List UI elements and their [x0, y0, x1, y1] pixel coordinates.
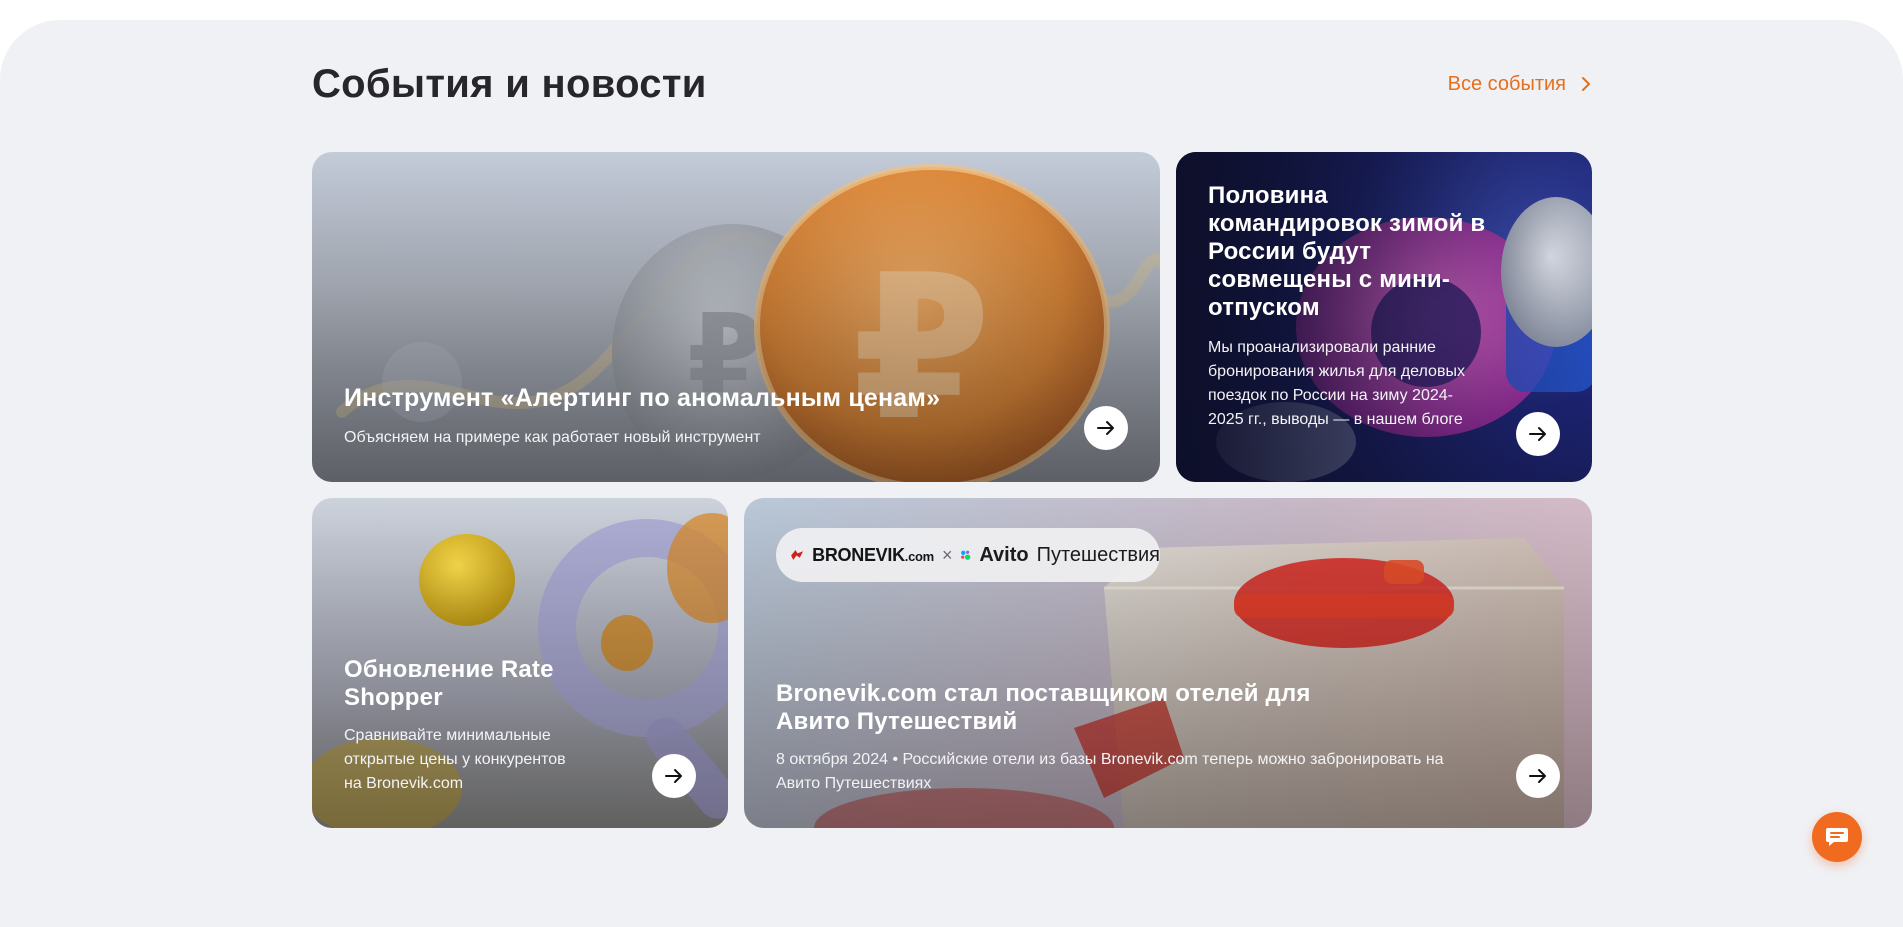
news-card-business-trips[interactable]: Половина командировок зимой в России буд…: [1176, 152, 1592, 482]
card-title: Половина командировок зимой в России буд…: [1208, 182, 1486, 321]
arrow-right-icon: [1529, 427, 1546, 441]
card-description: 8 октября 2024 • Российские отели из баз…: [776, 751, 1444, 792]
news-card-rate-shopper[interactable]: Обновление Rate Shopper Сравнивайте мини…: [312, 498, 728, 828]
bronevik-logo-text: BRONEVIK.com: [812, 544, 934, 565]
bronevik-logo-icon: [791, 550, 804, 560]
chevron-right-icon: [1582, 77, 1590, 91]
arrow-right-icon: [1529, 769, 1546, 783]
avito-travel-text: Путешествия: [1036, 543, 1160, 566]
avito-logo-text: Avito: [979, 543, 1029, 566]
card-description: Сравнивайте минимальные открытые цены у …: [344, 727, 566, 792]
card-description: Мы проанализировали ранние бронирования …: [1208, 339, 1465, 428]
partner-separator: ×: [941, 544, 953, 565]
chat-icon: [1826, 828, 1848, 846]
card-open-button[interactable]: [1084, 406, 1128, 450]
news-card-avito-partnership[interactable]: BRONEVIK.com × Avito Путешествия Bronevi…: [744, 498, 1592, 828]
arrow-right-icon: [665, 769, 682, 783]
card-title: Bronevik.com стал поставщиком отелей для…: [776, 680, 1311, 735]
chat-button[interactable]: [1812, 812, 1862, 862]
partner-logos: BRONEVIK.com × Avito Путешествия: [776, 528, 1160, 582]
all-events-link[interactable]: Все события: [1448, 68, 1592, 100]
all-events-label: Все события: [1447, 73, 1566, 95]
card-open-button[interactable]: [1516, 412, 1560, 456]
avito-logo-icon: [961, 550, 971, 560]
news-card-alerting[interactable]: ₽ ₽ Инструмент «Алертинг по аномальным ц…: [312, 152, 1160, 482]
card-description: Объясняем на примере как работает новый …: [344, 429, 761, 446]
card-title: Обновление Rate Shopper: [344, 656, 554, 711]
card-open-button[interactable]: [1516, 754, 1560, 798]
arrow-right-icon: [1097, 421, 1114, 435]
section-header: События и новости Все события: [312, 56, 1592, 116]
card-title: Инструмент «Алертинг по аномальным ценам…: [344, 384, 941, 412]
section-title: События и новости: [312, 62, 707, 106]
card-open-button[interactable]: [652, 754, 696, 798]
